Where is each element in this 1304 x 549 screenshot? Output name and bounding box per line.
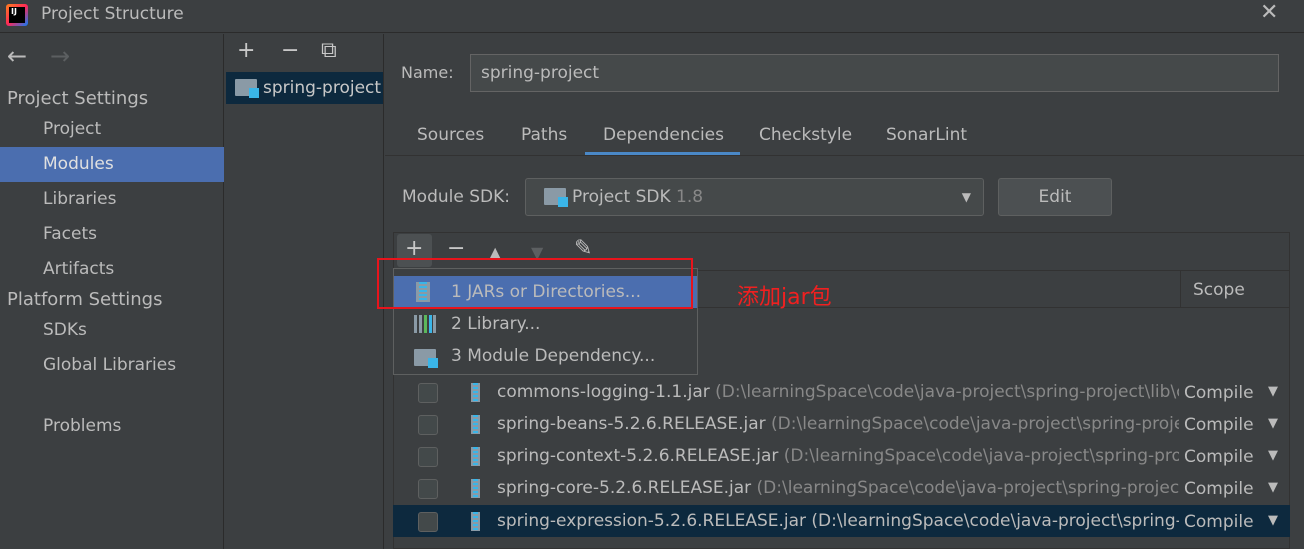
sidebar-item-sdks[interactable]: SDKs	[0, 313, 224, 348]
dependency-name: spring-core-5.2.6.RELEASE.jar	[497, 478, 752, 498]
copy-module-button[interactable]: ⧉	[321, 38, 337, 63]
sidebar-item-problems[interactable]: Problems	[0, 409, 224, 444]
module-folder-icon	[235, 79, 259, 98]
chevron-down-icon[interactable]: ▼	[1268, 440, 1278, 472]
dependency-path: (D:\learningSpace\code\java-project\spri…	[756, 478, 1179, 498]
module-item[interactable]: spring-project	[226, 72, 383, 104]
jar-icon	[471, 383, 480, 402]
module-label: spring-project	[263, 78, 382, 98]
annotation-text: 添加jar包	[737, 285, 832, 310]
column-divider	[1180, 270, 1181, 308]
chevron-down-icon[interactable]: ▼	[1268, 376, 1278, 408]
dependency-name: commons-logging-1.1.jar	[497, 382, 710, 402]
sdk-folder-icon	[544, 188, 568, 207]
chevron-down-icon[interactable]: ▼	[1268, 505, 1278, 537]
forward-arrow-icon[interactable]: →	[50, 42, 70, 70]
menu-item-module-dependency[interactable]: 3 Module Dependency...	[394, 340, 697, 372]
menu-item-label: 2 Library...	[451, 314, 541, 334]
scope-select[interactable]: Compile	[1184, 473, 1254, 505]
sidebar-item-libraries[interactable]: Libraries	[0, 182, 224, 217]
library-icon	[414, 315, 436, 333]
table-row-selected[interactable]: spring-expression-5.2.6.RELEASE.jar (D:\…	[393, 505, 1290, 537]
scope-select[interactable]: Compile	[1184, 409, 1254, 441]
sidebar-item-global-libraries[interactable]: Global Libraries	[0, 348, 224, 383]
name-input[interactable]: spring-project	[470, 54, 1279, 92]
edit-button[interactable]: Edit	[998, 178, 1112, 216]
dependency-path: (D:\learningSpace\code\java-project\spri…	[771, 414, 1179, 434]
tab-paths[interactable]: Paths	[521, 125, 567, 145]
table-row[interactable]: spring-context-5.2.6.RELEASE.jar (D:\lea…	[393, 440, 1290, 472]
jar-icon	[471, 447, 480, 466]
module-sdk-select[interactable]: Project SDK 1.8 ▼	[525, 178, 984, 216]
close-icon[interactable]: ✕	[1260, 0, 1278, 25]
modules-panel	[225, 34, 384, 549]
title-bar	[0, 0, 1304, 33]
table-row[interactable]: spring-beans-5.2.6.RELEASE.jar (D:\learn…	[393, 408, 1290, 440]
add-module-button[interactable]: +	[237, 38, 255, 63]
sidebar-item-artifacts[interactable]: Artifacts	[0, 252, 224, 287]
sidebar-item-modules[interactable]: Modules	[0, 147, 224, 182]
scope-select[interactable]: Compile	[1184, 377, 1254, 409]
sdk-value: Project SDK	[572, 187, 671, 207]
sidebar-item-facets[interactable]: Facets	[0, 217, 224, 252]
name-label: Name:	[401, 63, 454, 82]
export-checkbox[interactable]	[418, 479, 438, 499]
chevron-down-icon[interactable]: ▼	[1268, 472, 1278, 504]
chevron-down-icon[interactable]: ▼	[1268, 408, 1278, 440]
jar-icon	[471, 512, 480, 531]
scope-select[interactable]: Compile	[1184, 441, 1254, 473]
tab-checkstyle[interactable]: Checkstyle	[759, 125, 852, 145]
active-tab-indicator	[585, 152, 740, 155]
jar-icon	[471, 415, 480, 434]
section-platform-settings: Platform Settings	[7, 289, 163, 310]
module-folder-icon	[414, 349, 438, 368]
menu-item-library[interactable]: 2 Library...	[394, 308, 697, 340]
scope-column-header[interactable]: Scope	[1193, 280, 1245, 300]
section-project-settings: Project Settings	[7, 88, 149, 109]
sdk-version: 1.8	[676, 187, 704, 207]
menu-item-label: 3 Module Dependency...	[451, 346, 656, 366]
dependency-name: spring-context-5.2.6.RELEASE.jar	[497, 446, 779, 466]
export-checkbox[interactable]	[418, 512, 438, 532]
dependency-path: (D:\learningSpace\code\java-project\spri…	[715, 382, 1179, 402]
back-arrow-icon[interactable]: ←	[7, 42, 27, 70]
tab-sonarlint[interactable]: SonarLint	[886, 125, 967, 145]
jar-icon	[471, 479, 480, 498]
tab-divider	[385, 155, 1304, 156]
dependency-name: spring-beans-5.2.6.RELEASE.jar	[497, 414, 766, 434]
window-title: Project Structure	[41, 4, 184, 24]
tab-sources[interactable]: Sources	[417, 125, 484, 145]
export-checkbox[interactable]	[418, 447, 438, 467]
annotation-highlight-box	[377, 258, 693, 309]
module-sdk-label: Module SDK:	[402, 187, 510, 207]
table-row[interactable]: spring-core-5.2.6.RELEASE.jar (D:\learni…	[393, 472, 1290, 504]
export-checkbox[interactable]	[418, 383, 438, 403]
export-checkbox[interactable]	[418, 415, 438, 435]
scope-select[interactable]: Compile	[1184, 506, 1254, 538]
sidebar-item-project[interactable]: Project	[0, 112, 224, 147]
dependency-path: (D:\learningSpace\code\java-project\spri…	[811, 511, 1179, 531]
chevron-down-icon: ▼	[961, 190, 971, 204]
tab-dependencies[interactable]: Dependencies	[603, 125, 724, 145]
intellij-logo-icon: IJ	[6, 4, 28, 26]
remove-module-button[interactable]: −	[281, 38, 299, 63]
dependency-path: (D:\learningSpace\code\java-project\spri…	[783, 446, 1179, 466]
table-row[interactable]: commons-logging-1.1.jar (D:\learningSpac…	[393, 376, 1290, 408]
dependency-name: spring-expression-5.2.6.RELEASE.jar	[497, 511, 807, 531]
